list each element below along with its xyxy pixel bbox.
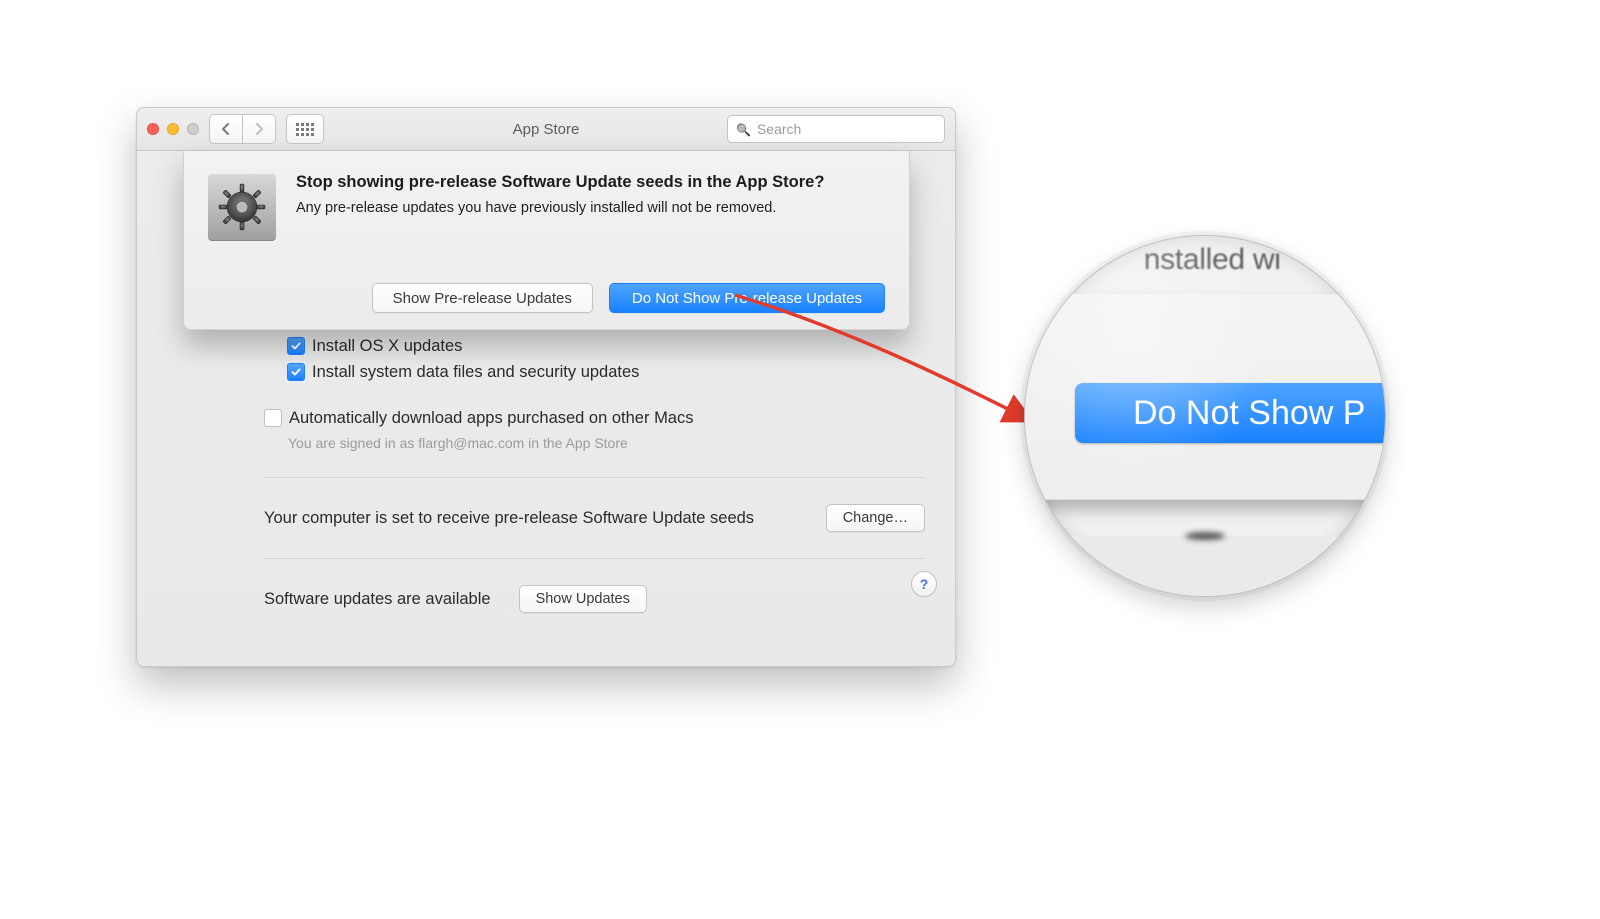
window-minimize-button[interactable] [167, 123, 179, 135]
nav-group [209, 114, 276, 144]
back-button[interactable] [209, 114, 243, 144]
do-not-show-pre-release-button[interactable]: Do Not Show Pre-release Updates [609, 283, 885, 313]
forward-button[interactable] [243, 114, 276, 144]
search-field[interactable]: Search [727, 115, 945, 143]
signin-note: You are signed in as flargh@mac.com in t… [264, 435, 925, 451]
checkbox-install-system-updates[interactable]: Install system data files and security u… [287, 359, 925, 385]
checkbox-icon [287, 363, 305, 381]
separator [264, 558, 925, 559]
search-placeholder: Search [757, 121, 801, 137]
window-close-button[interactable] [147, 123, 159, 135]
help-icon: ? [920, 576, 929, 592]
seed-text: Your computer is set to receive pre-rele… [264, 509, 754, 528]
show-updates-button[interactable]: Show Updates [519, 585, 647, 613]
loupe-background [1025, 536, 1385, 596]
checkbox-label: Automatically download apps purchased on… [289, 409, 693, 428]
change-button[interactable]: Change… [826, 504, 925, 532]
separator [264, 477, 925, 478]
window-zoom-button[interactable] [187, 123, 199, 135]
show-pre-release-button[interactable]: Show Pre-release Updates [372, 283, 593, 313]
pre-release-dialog: Stop showing pre-release Software Update… [183, 151, 910, 330]
window-titlebar: App Store Search [137, 108, 955, 151]
loupe-primary-button-fragment: Do Not Show P [1075, 383, 1386, 443]
system-preferences-icon [208, 173, 276, 241]
updates-available-row: Software updates are available Show Upda… [264, 585, 925, 613]
loupe-text-fragment: nstalled wi [1144, 243, 1281, 277]
checkbox-icon [287, 337, 305, 355]
grid-icon [296, 123, 314, 136]
checkbox-auto-download[interactable]: Automatically download apps purchased on… [264, 405, 925, 431]
checkbox-install-osx-updates[interactable]: Install OS X updates [287, 333, 925, 359]
checkbox-label: Install system data files and security u… [312, 363, 639, 382]
available-text: Software updates are available [264, 590, 491, 609]
loupe-smudge [1185, 532, 1225, 540]
checkbox-label: Install OS X updates [312, 337, 462, 356]
search-icon [736, 121, 751, 137]
show-all-button[interactable] [286, 114, 324, 144]
seed-row: Your computer is set to receive pre-rele… [264, 504, 925, 532]
checkbox-icon [264, 409, 282, 427]
help-button[interactable]: ? [911, 571, 937, 597]
magnifier: nstalled wi Do Not Show P [1024, 235, 1384, 595]
dialog-title: Stop showing pre-release Software Update… [296, 173, 885, 192]
dialog-subtitle: Any pre-release updates you have previou… [296, 200, 885, 216]
traffic-lights [147, 123, 199, 135]
